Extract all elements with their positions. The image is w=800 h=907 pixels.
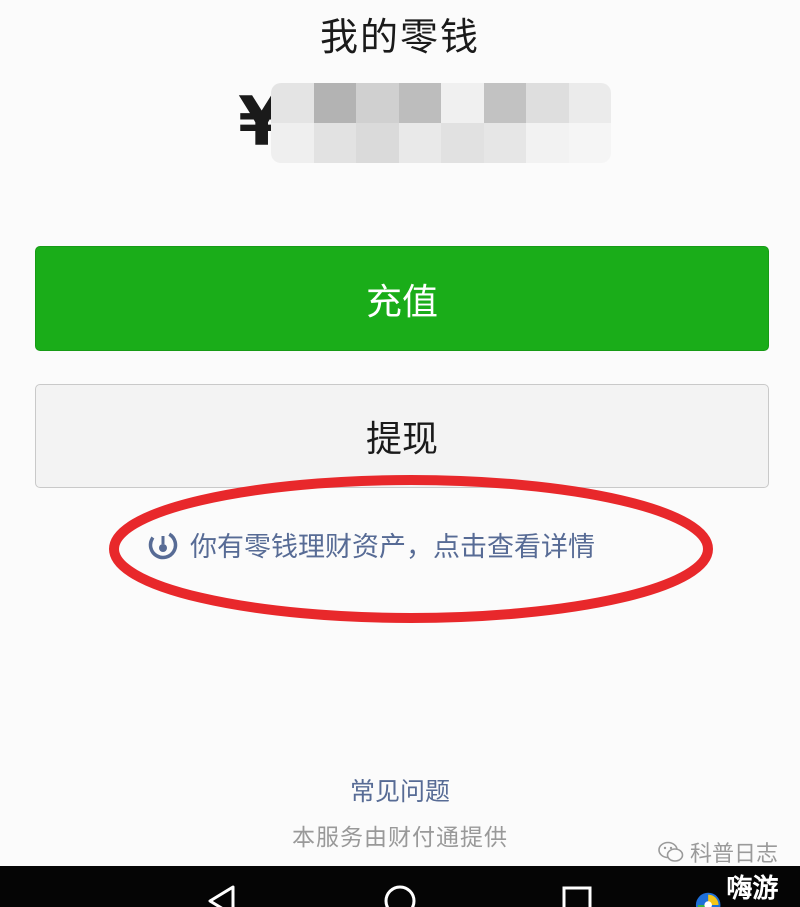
balance-display: ¥ xyxy=(238,78,612,168)
back-triangle-icon[interactable] xyxy=(205,884,239,907)
wallet-change-screen: 我的零钱 ¥ 充值 提现 你有零钱理财资产，点击查看详情 常见问题 本服务由财付… xyxy=(0,0,800,907)
page-title: 我的零钱 xyxy=(319,15,480,59)
wechat-icon xyxy=(658,841,684,862)
withdraw-button[interactable]: 提现 xyxy=(35,384,769,488)
recharge-button[interactable]: 充值 xyxy=(35,246,769,351)
wealth-assets-link-text: 你有零钱理财资产，点击查看详情 xyxy=(190,532,595,563)
site-watermark: 嗨游网 xyxy=(694,868,800,907)
faq-link[interactable]: 常见问题 xyxy=(0,772,800,808)
system-navigation-bar xyxy=(0,866,800,907)
site-watermark-text: 嗨游网 xyxy=(726,874,779,904)
wechat-account-name: 科普日志 xyxy=(690,842,779,867)
wealth-assets-link[interactable]: 你有零钱理财资产，点击查看详情 xyxy=(148,525,595,564)
home-circle-icon[interactable] xyxy=(383,884,417,907)
site-logo-icon xyxy=(695,892,721,907)
recents-square-icon[interactable] xyxy=(560,884,594,907)
wealth-asset-icon xyxy=(148,530,178,559)
wechat-watermark: 科普日志 xyxy=(658,836,778,868)
balance-amount-blurred xyxy=(271,83,612,163)
